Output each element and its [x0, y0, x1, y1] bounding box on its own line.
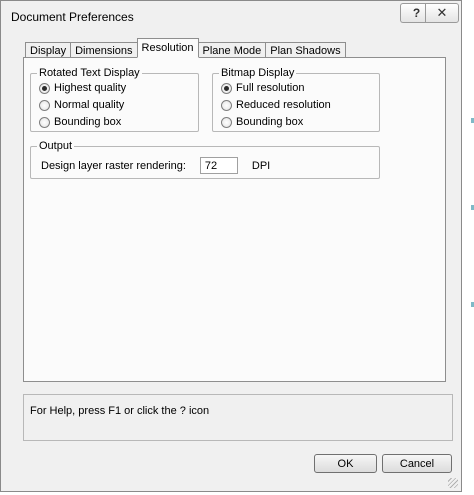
- radio-label: Bounding box: [236, 116, 304, 128]
- resolution-tab-panel: Rotated Text Display Highest quality Nor…: [23, 57, 446, 382]
- tab-plan-shadows[interactable]: Plan Shadows: [265, 42, 346, 58]
- radio-indicator: [221, 99, 232, 111]
- tab-label: Plane Mode: [202, 44, 262, 57]
- radio-label: Highest quality: [54, 82, 127, 94]
- help-text: For Help, press F1 or click the ? icon: [30, 405, 210, 417]
- tab-label: Resolution: [141, 42, 194, 54]
- radio-indicator: [39, 82, 50, 94]
- tab-resolution[interactable]: Resolution: [136, 38, 199, 58]
- cancel-button[interactable]: Cancel: [382, 454, 452, 473]
- radio-full-resolution[interactable]: Full resolution: [221, 81, 304, 95]
- radio-bounding-box-bitmap[interactable]: Bounding box: [221, 115, 303, 129]
- background-app-strip: [462, 0, 474, 495]
- tab-strip: Display Dimensions Resolution Plane Mode…: [25, 38, 346, 58]
- tab-plane-mode[interactable]: Plane Mode: [197, 42, 267, 58]
- tab-label: Dimensions: [75, 44, 133, 57]
- document-preferences-dialog: Document Preferences ? ✕ Display Dimensi…: [0, 0, 462, 492]
- radio-reduced-resolution[interactable]: Reduced resolution: [221, 98, 331, 112]
- group-label: Bitmap Display: [219, 67, 297, 79]
- raster-rendering-row: Design layer raster rendering: DPI: [41, 157, 270, 174]
- radio-bounding-box-text[interactable]: Bounding box: [39, 115, 121, 129]
- help-message-box: For Help, press F1 or click the ? icon: [23, 394, 453, 441]
- dpi-unit-label: DPI: [251, 159, 271, 172]
- radio-highest-quality[interactable]: Highest quality: [39, 81, 126, 95]
- tab-label: Plan Shadows: [270, 44, 341, 57]
- radio-indicator: [39, 99, 50, 111]
- title-bar: Document Preferences ? ✕: [1, 1, 461, 31]
- resize-grip[interactable]: [448, 478, 458, 488]
- ok-button[interactable]: OK: [314, 454, 377, 473]
- radio-indicator: [39, 116, 50, 128]
- radio-indicator: [221, 82, 232, 94]
- tab-label: Display: [30, 44, 67, 57]
- radio-label: Reduced resolution: [236, 99, 331, 111]
- radio-indicator: [221, 116, 232, 128]
- tab-display[interactable]: Display: [25, 42, 72, 58]
- close-button[interactable]: ✕: [425, 3, 459, 23]
- raster-rendering-label: Design layer raster rendering:: [41, 159, 186, 172]
- dpi-input[interactable]: [199, 157, 238, 174]
- radio-label: Normal quality: [54, 99, 125, 111]
- radio-normal-quality[interactable]: Normal quality: [39, 98, 124, 112]
- bitmap-display-group: Bitmap Display Full resolution Reduced r…: [212, 67, 380, 132]
- radio-label: Full resolution: [236, 82, 305, 94]
- group-label: Rotated Text Display: [37, 67, 142, 79]
- window-title: Document Preferences: [11, 10, 134, 24]
- output-group: Output Design layer raster rendering: DP…: [30, 140, 380, 179]
- rotated-text-display-group: Rotated Text Display Highest quality Nor…: [30, 67, 199, 132]
- help-icon: ?: [412, 6, 421, 20]
- group-label: Output: [37, 140, 75, 152]
- radio-label: Bounding box: [54, 116, 122, 128]
- close-icon: ✕: [436, 5, 448, 20]
- tab-dimensions[interactable]: Dimensions: [70, 42, 138, 58]
